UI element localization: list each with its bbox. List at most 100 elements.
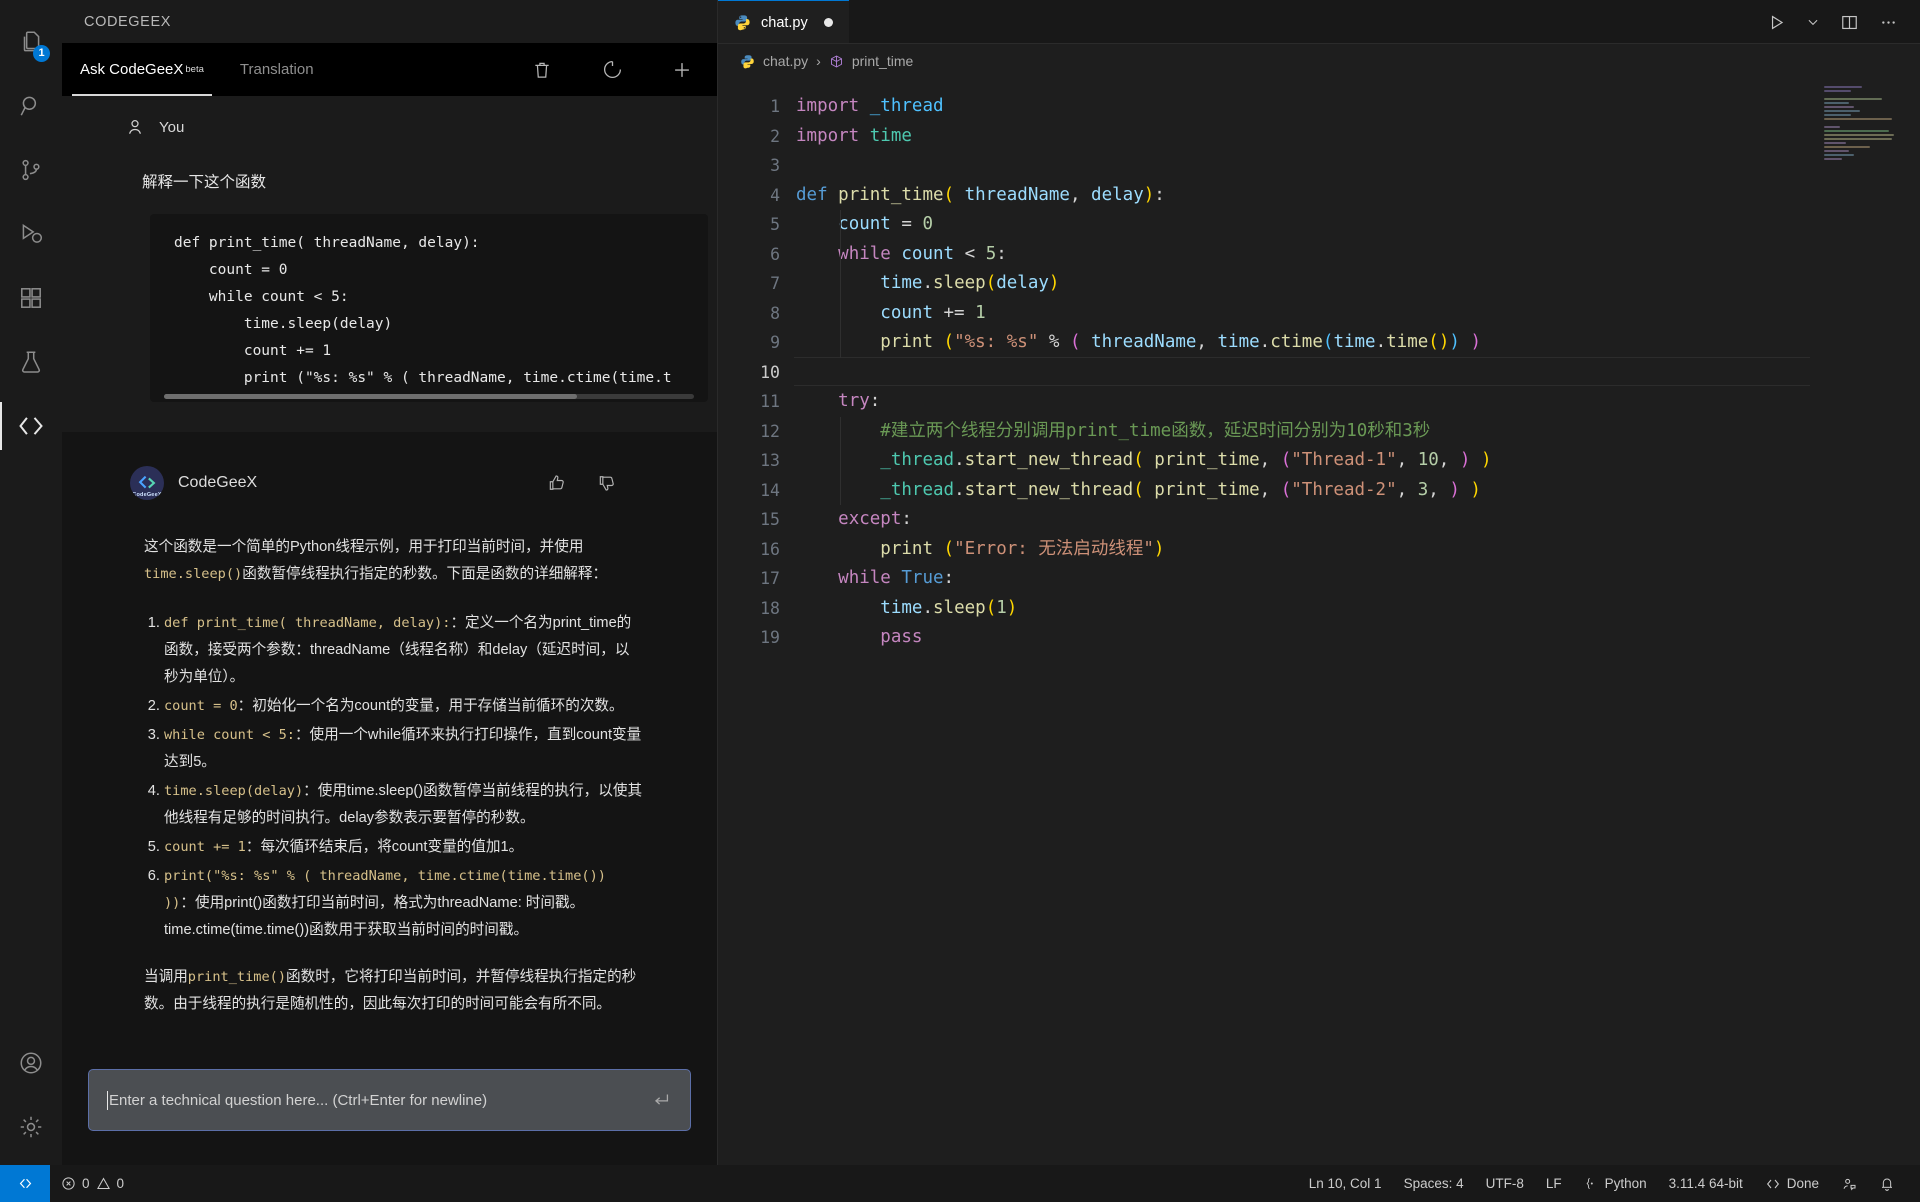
language-mode-label: Python [1604, 1176, 1647, 1191]
code-line[interactable]: def print_time( threadName, delay): [794, 181, 1920, 211]
more-actions-button[interactable] [1879, 13, 1898, 32]
problems-button[interactable]: 0 0 [50, 1165, 135, 1202]
tab-ask-codegeex[interactable]: Ask CodeGeeX beta [62, 43, 222, 96]
code-line[interactable]: except: [794, 505, 1920, 535]
notifications-button[interactable] [1868, 1165, 1906, 1202]
dirty-indicator[interactable] [823, 18, 833, 27]
code-line[interactable]: time.sleep(delay) [794, 269, 1920, 299]
run-python-file-button[interactable] [1767, 13, 1786, 32]
code-line[interactable]: print ("%s: %s" % ( threadName, time.cti… [794, 328, 1920, 358]
list-item-code: def print_time( threadName, delay): [164, 615, 451, 631]
line-number: 19 [760, 628, 780, 647]
line-number: 11 [760, 392, 780, 411]
code-line[interactable]: count += 1 [794, 299, 1920, 329]
feedback-button[interactable] [1830, 1165, 1868, 1202]
remote-window-button[interactable] [0, 1165, 50, 1202]
avatar-label: CodeGeeX [132, 492, 162, 498]
line-number: 12 [760, 421, 780, 441]
feedback-icon [1843, 1178, 1856, 1191]
list-item-code: count = 0 [164, 698, 238, 714]
line-number: 18 [760, 598, 780, 618]
code-editor[interactable]: 1 2 3 4 5 6 7 8 9 10 11 12 13 14 15 16 17 18 19 import _th… [718, 78, 1920, 1165]
list-item: count += 1：每次循环结束后，将count变量的值加1。 [164, 834, 643, 861]
line-number: 6 [770, 244, 780, 264]
code-line[interactable]: while True: [794, 564, 1920, 594]
user-message-header: You [62, 96, 717, 138]
language-mode[interactable]: Python [1573, 1165, 1658, 1202]
run-debug-icon [22, 223, 43, 243]
run-dropdown-button[interactable] [1806, 15, 1820, 29]
bell-icon [1882, 1178, 1892, 1191]
codegeex-input-area: Enter a technical question here... (Ctrl… [62, 1053, 717, 1165]
source-control-icon [22, 159, 40, 181]
code-line[interactable]: pass [794, 623, 1920, 653]
conversation-scroll[interactable]: You 解释一下这个函数 def print_time( threadName,… [62, 96, 717, 1053]
list-item-code: count += 1 [164, 839, 246, 855]
user-code-text: def print_time( threadName, delay): coun… [174, 235, 672, 386]
refresh-conversation-button[interactable] [577, 43, 647, 96]
code-line[interactable]: import time [794, 122, 1920, 152]
breadcrumb-file[interactable]: chat.py [763, 53, 808, 69]
sidebar-item-extensions[interactable] [0, 266, 62, 330]
sidebar-item-source-control[interactable] [0, 138, 62, 202]
thumbs-down-button[interactable] [597, 473, 617, 493]
code-line[interactable]: try: [794, 387, 1920, 417]
split-editor-button[interactable] [1840, 13, 1859, 32]
manage-settings-button[interactable] [0, 1095, 62, 1159]
tab-chat-py[interactable]: chat.py [718, 0, 849, 44]
delete-conversation-button[interactable] [507, 43, 577, 96]
code-line[interactable]: _thread.start_new_thread( print_time, ("… [794, 446, 1920, 476]
code-content[interactable]: import _thread import time def print_time… [794, 78, 1920, 1165]
code-line[interactable]: count = 0 [794, 210, 1920, 240]
breadcrumb-separator: › [816, 53, 821, 69]
accounts-button[interactable] [0, 1031, 62, 1095]
python-braces-icon [1586, 1178, 1593, 1189]
sidebar-item-codegeex[interactable] [0, 394, 62, 458]
python-interpreter[interactable]: 3.11.4 64-bit [1658, 1165, 1754, 1202]
activity-bar: 1 [0, 0, 62, 1165]
minimap[interactable] [1824, 86, 1898, 164]
code-line[interactable]: import _thread [794, 92, 1920, 122]
code-block-scrollbar[interactable] [164, 394, 694, 399]
sidebar-item-testing[interactable] [0, 330, 62, 394]
editor-position[interactable]: Ln 10, Col 1 [1298, 1165, 1393, 1202]
list-item-text: ：使用print()函数打印当前时间，格式为threadName: 时间戳。ti… [164, 895, 585, 938]
list-item: def print_time( threadName, delay):：定义一个… [164, 610, 643, 691]
breadcrumb-symbol[interactable]: print_time [852, 53, 913, 69]
thumbs-up-icon [549, 475, 564, 490]
enter-arrow-icon [654, 1094, 669, 1105]
thumbs-up-button[interactable] [547, 473, 567, 493]
answer-intro-part1: 这个函数是一个简单的Python线程示例，用于打印当前时间，并使用 [144, 539, 584, 555]
code-line[interactable] [794, 151, 1920, 181]
play-icon [1771, 14, 1784, 30]
user-question: 解释一下这个函数 [142, 174, 267, 191]
python-icon [741, 54, 754, 68]
sidebar-item-run-and-debug[interactable] [0, 202, 62, 266]
history-icon [603, 60, 621, 78]
sidebar-item-explorer[interactable]: 1 [0, 10, 62, 74]
sidebar-item-search[interactable] [0, 74, 62, 138]
codegeex-status[interactable]: Done [1754, 1165, 1830, 1202]
new-conversation-button[interactable] [647, 43, 717, 96]
submit-button[interactable] [650, 1089, 672, 1111]
user-name: You [159, 118, 185, 136]
python-icon [735, 15, 750, 31]
code-line[interactable]: time.sleep(1) [794, 594, 1920, 624]
question-input[interactable]: Enter a technical question here... (Ctrl… [88, 1069, 691, 1131]
answer-intro-part2: 函数暂停线程执行指定的秒数。下面是函数的详细解释： [242, 566, 608, 582]
code-line[interactable]: _thread.start_new_thread( print_time, ("… [794, 476, 1920, 506]
indentation[interactable]: Spaces: 4 [1393, 1165, 1475, 1202]
codegeex-panel: CODEGEEX Ask CodeGeeX beta Translation Y… [62, 0, 718, 1165]
status-bar: 0 0 Ln 10, Col 1 Spaces: 4 UTF-8 LF Pyth… [0, 1165, 1920, 1202]
avatar [124, 116, 146, 138]
avatar: CodeGeeX [130, 466, 164, 500]
tab-translation[interactable]: Translation [222, 43, 332, 96]
eol[interactable]: LF [1535, 1165, 1573, 1202]
code-line[interactable]: while count < 5: [794, 240, 1920, 270]
beta-badge: beta [185, 64, 204, 75]
code-line[interactable]: #建立两个线程分别调用print_time函数，延迟时间分别为10秒和3秒 [794, 417, 1920, 447]
code-line[interactable]: print ("Error: 无法启动线程") [794, 535, 1920, 565]
current-line-highlight [794, 356, 1810, 386]
indent-guide [840, 416, 841, 505]
encoding[interactable]: UTF-8 [1475, 1165, 1535, 1202]
